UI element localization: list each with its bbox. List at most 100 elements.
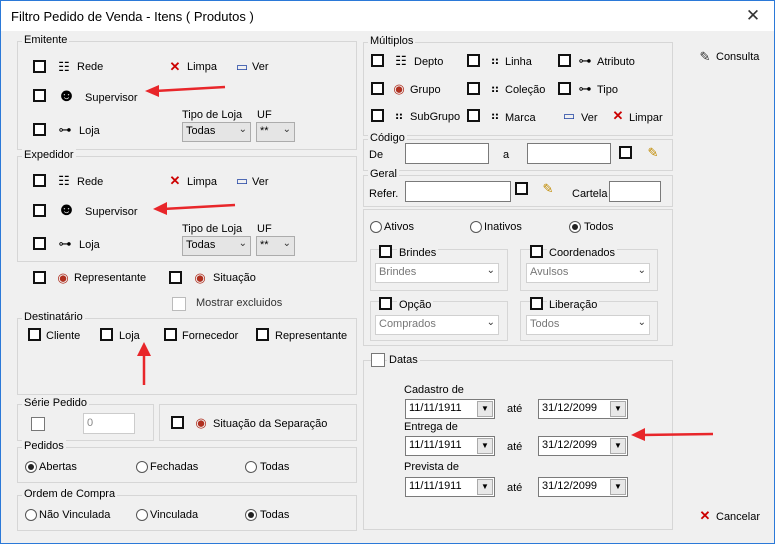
opcao-checkbox[interactable] (379, 297, 392, 310)
expedidor-loja-checkbox[interactable] (33, 237, 46, 250)
mostrar-excluidos-checkbox[interactable] (172, 297, 186, 311)
pedidos-abertas-radio[interactable] (25, 461, 37, 473)
serie-pedido-checkbox[interactable] (31, 417, 45, 431)
multiplos-colecao-label[interactable]: Coleção (505, 84, 545, 96)
status-inativos-radio[interactable] (470, 221, 482, 233)
multiplos-atributo-checkbox[interactable] (558, 54, 571, 67)
close-button[interactable]: ✕ (738, 3, 768, 29)
emitente-limpa-button[interactable]: Limpa (187, 61, 217, 73)
destinatario-loja-checkbox[interactable] (100, 328, 113, 341)
expedidor-ver-button[interactable]: Ver (252, 176, 269, 188)
pedidos-fechadas-radio[interactable] (136, 461, 148, 473)
expedidor-rede-checkbox[interactable] (33, 174, 46, 187)
status-todos-radio[interactable] (569, 221, 581, 233)
pedidos-todas-radio[interactable] (245, 461, 257, 473)
expedidor-rede-label[interactable]: Rede (77, 176, 103, 188)
consulta-button[interactable]: ✎ Consulta (696, 49, 762, 67)
codigo-ate-input[interactable] (527, 143, 611, 164)
emitente-supervisor-checkbox[interactable] (33, 89, 46, 102)
liberacao-checkbox[interactable] (530, 297, 543, 310)
geral-refer-input[interactable] (405, 181, 511, 202)
liberacao-label[interactable]: Liberação (547, 299, 600, 311)
coordenados-select[interactable]: Avulsos ⌄ (526, 263, 650, 283)
multiplos-atributo-label[interactable]: Atributo (597, 56, 635, 68)
multiplos-limpar-button[interactable]: Limpar (629, 112, 663, 124)
expedidor-tipo-loja-select[interactable]: Todas ⌄ (182, 236, 251, 256)
emitente-loja-checkbox[interactable] (33, 123, 46, 136)
expedidor-supervisor-label[interactable]: Supervisor (85, 206, 138, 218)
destinatario-representante-label[interactable]: Representante (275, 330, 347, 342)
status-inativos-label[interactable]: Inativos (484, 221, 522, 233)
coordenados-checkbox[interactable] (530, 245, 543, 258)
multiplos-linha-checkbox[interactable] (467, 54, 480, 67)
ordem-vinculada-label[interactable]: Vinculada (150, 509, 198, 521)
datas-checkbox[interactable] (371, 353, 385, 367)
emitente-tipo-loja-select[interactable]: Todas ⌄ (182, 122, 251, 142)
prevista-ate-date[interactable]: 31/12/2099 ▼ (538, 477, 628, 497)
multiplos-depto-checkbox[interactable] (371, 54, 384, 67)
serie-pedido-input[interactable]: 0 (83, 413, 135, 434)
ordem-vinculada-radio[interactable] (136, 509, 148, 521)
multiplos-marca-checkbox[interactable] (467, 109, 480, 122)
multiplos-colecao-checkbox[interactable] (467, 82, 480, 95)
expedidor-uf-select[interactable]: ** ⌄ (256, 236, 295, 256)
ordem-todas-radio[interactable] (245, 509, 257, 521)
geral-cartela-input[interactable] (609, 181, 661, 202)
multiplos-subgrupo-label[interactable]: SubGrupo (410, 111, 460, 123)
opcao-select[interactable]: Comprados ⌄ (375, 315, 499, 335)
multiplos-linha-label[interactable]: Linha (505, 56, 532, 68)
ordem-nao-vinculada-label[interactable]: Não Vinculada (39, 509, 110, 521)
situacao-separacao-label[interactable]: Situação da Separação (213, 418, 327, 430)
cadastro-de-date[interactable]: 11/11/1911 ▼ (405, 399, 495, 419)
ordem-todas-label[interactable]: Todas (260, 509, 289, 521)
mostrar-excluidos-label[interactable]: Mostrar excluidos (196, 297, 282, 309)
situacao-label[interactable]: Situação (213, 272, 256, 284)
destinatario-cliente-checkbox[interactable] (28, 328, 41, 341)
multiplos-tipo-checkbox[interactable] (558, 82, 571, 95)
status-todos-label[interactable]: Todos (584, 221, 613, 233)
brindes-label[interactable]: Brindes (397, 247, 439, 259)
pedidos-todas-label[interactable]: Todas (260, 461, 289, 473)
situacao-checkbox[interactable] (169, 271, 182, 284)
multiplos-marca-label[interactable]: Marca (505, 112, 536, 124)
destinatario-cliente-label[interactable]: Cliente (46, 330, 80, 342)
expedidor-loja-label[interactable]: Loja (79, 239, 100, 251)
codigo-de-input[interactable] (405, 143, 489, 164)
destinatario-fornecedor-checkbox[interactable] (164, 328, 177, 341)
multiplos-grupo-checkbox[interactable] (371, 82, 384, 95)
multiplos-tipo-label[interactable]: Tipo (597, 84, 618, 96)
representante-label[interactable]: Representante (74, 272, 146, 284)
liberacao-select[interactable]: Todos ⌄ (526, 315, 650, 335)
emitente-rede-label[interactable]: Rede (77, 61, 103, 73)
datas-label[interactable]: Datas (387, 354, 420, 366)
multiplos-grupo-label[interactable]: Grupo (410, 84, 441, 96)
situacao-separacao-checkbox[interactable] (171, 416, 184, 429)
emitente-loja-label[interactable]: Loja (79, 125, 100, 137)
expedidor-limpa-button[interactable]: Limpa (187, 176, 217, 188)
cadastro-ate-date[interactable]: 31/12/2099 ▼ (538, 399, 628, 419)
emitente-uf-select[interactable]: ** ⌄ (256, 122, 295, 142)
ordem-nao-vinculada-radio[interactable] (25, 509, 37, 521)
expedidor-supervisor-checkbox[interactable] (33, 204, 46, 217)
representante-checkbox[interactable] (33, 271, 46, 284)
entrega-de-date[interactable]: 11/11/1911 ▼ (405, 436, 495, 456)
codigo-checkbox[interactable] (619, 146, 632, 159)
multiplos-ver-button[interactable]: Ver (581, 112, 598, 124)
pedidos-fechadas-label[interactable]: Fechadas (150, 461, 198, 473)
status-ativos-label[interactable]: Ativos (384, 221, 414, 233)
magic-wand-icon[interactable]: ✎ (539, 181, 557, 197)
brindes-select[interactable]: Brindes ⌄ (375, 263, 499, 283)
geral-checkbox[interactable] (515, 182, 528, 195)
destinatario-fornecedor-label[interactable]: Fornecedor (182, 330, 238, 342)
prevista-de-date[interactable]: 11/11/1911 ▼ (405, 477, 495, 497)
destinatario-representante-checkbox[interactable] (256, 328, 269, 341)
magic-wand-icon[interactable]: ✎ (644, 145, 662, 161)
brindes-checkbox[interactable] (379, 245, 392, 258)
cancelar-button[interactable]: ✕ Cancelar (696, 508, 762, 526)
emitente-supervisor-label[interactable]: Supervisor (85, 92, 138, 104)
multiplos-depto-label[interactable]: Depto (414, 56, 443, 68)
coordenados-label[interactable]: Coordenados (547, 247, 618, 259)
opcao-label[interactable]: Opção (397, 299, 434, 311)
multiplos-subgrupo-checkbox[interactable] (371, 109, 384, 122)
emitente-ver-button[interactable]: Ver (252, 61, 269, 73)
